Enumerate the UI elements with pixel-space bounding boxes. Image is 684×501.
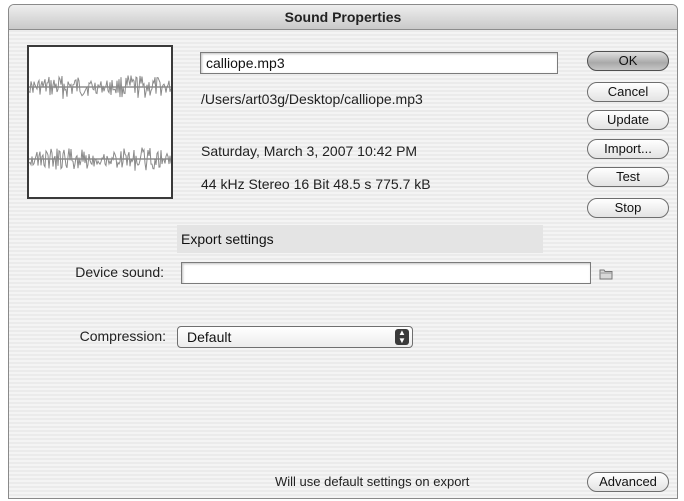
updown-arrows-icon: ▲ ▼ [395,329,409,345]
sound-path: /Users/art03g/Desktop/calliope.mp3 [201,91,423,107]
waveform-graphic [29,75,171,171]
export-status-text: Will use default settings on export [275,474,470,489]
sound-name-field[interactable]: calliope.mp3 [200,52,558,74]
ok-button[interactable]: OK [587,51,669,71]
device-sound-field[interactable] [181,262,591,284]
compression-select[interactable]: Default ▲ ▼ [177,326,413,348]
update-button[interactable]: Update [587,110,669,130]
waveform-preview [27,45,173,199]
dialog-title: Sound Properties [9,5,677,30]
compression-label: Compression: [79,328,166,344]
folder-icon[interactable] [599,267,613,281]
cancel-button[interactable]: Cancel [587,82,669,102]
sound-properties-dialog: Sound Properties calliope.mp3 /Users/art… [8,4,678,499]
test-button[interactable]: Test [587,167,669,187]
sound-date: Saturday, March 3, 2007 10:42 PM [201,143,418,159]
sound-format-info: 44 kHz Stereo 16 Bit 48.5 s 775.7 kB [201,176,431,192]
device-sound-label: Device sound: [75,264,164,280]
stop-button[interactable]: Stop [587,198,669,218]
compression-value: Default [187,329,232,345]
advanced-button[interactable]: Advanced [587,472,669,492]
export-settings-header: Export settings [177,225,543,253]
import-button[interactable]: Import... [587,139,669,159]
